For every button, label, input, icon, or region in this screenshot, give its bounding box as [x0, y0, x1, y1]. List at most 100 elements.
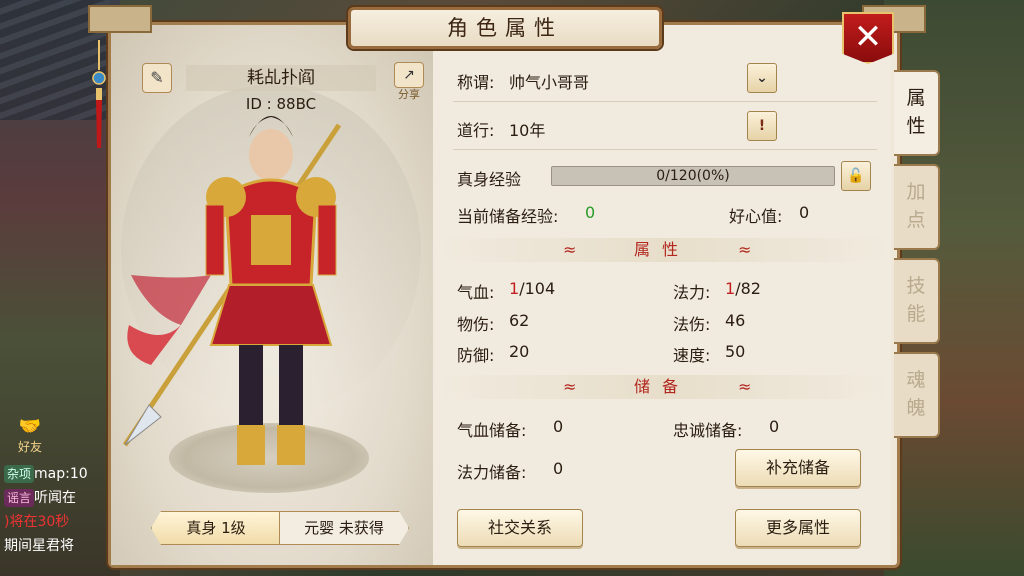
mp-value: 1/82: [725, 279, 761, 298]
edit-name-button[interactable]: ✎: [142, 63, 172, 93]
mp-reserve-label: 法力储备:: [457, 463, 527, 482]
hp-reserve-value: 0: [553, 417, 564, 436]
chat-tag: 谣言: [4, 489, 35, 507]
hp-label: 气血:: [457, 283, 495, 302]
title-dropdown-button[interactable]: ⌄: [747, 63, 777, 93]
tab-label: 加点: [894, 178, 938, 234]
defense-label: 防御:: [457, 346, 495, 365]
chat-text: 期间星君将: [4, 538, 74, 554]
chat-text: map:10: [34, 466, 88, 482]
attributes-info: 称谓: 帅气小哥哥 ⌄ 道行: 10年 ! 真身经验 0/120(0%) 🔓 当…: [433, 25, 891, 565]
mp-max: /82: [735, 279, 761, 298]
section-reserve: ≈ 储备 ≈: [433, 375, 891, 399]
form-tabs: 真身 1级 元婴 未获得: [151, 511, 409, 545]
chat-text: 听闻在: [34, 490, 77, 506]
exp-progress-bar: 0/120(0%): [551, 166, 835, 186]
refill-reserve-button[interactable]: 补充储备: [735, 449, 861, 487]
tab-label: 属性: [894, 84, 938, 140]
section-attributes-label: 属性: [633, 240, 690, 259]
character-attributes-panel: ✎ 耗乩扑阎 ID : 88BC ↗ 分享 真身 1级 元婴 未获得 称谓: 帅…: [108, 22, 900, 568]
tab-label-char: 属: [906, 87, 926, 109]
stored-exp-label: 当前储备经验:: [457, 207, 559, 226]
loyalty-reserve-label: 忠诚储备:: [673, 421, 743, 440]
tab-label-char: 技: [906, 275, 926, 297]
tab-soul[interactable]: 魂魄: [894, 352, 940, 438]
chat-line: 杂项 map:10: [4, 462, 114, 486]
tab-label-char: 能: [906, 303, 926, 325]
mp-reserve-value: 0: [553, 459, 564, 478]
section-attributes: ≈ 属性 ≈: [433, 238, 891, 262]
pencil-icon: ✎: [150, 68, 164, 87]
frame-ornament: [88, 5, 152, 33]
section-reserve-label: 储备: [633, 377, 690, 396]
hp-current: 1: [509, 279, 520, 298]
kindness-label: 好心值:: [729, 207, 783, 226]
chevron-down-icon: ⌄: [756, 70, 768, 86]
character-display: ✎ 耗乩扑阎 ID : 88BC ↗ 分享 真身 1级 元婴 未获得: [111, 25, 433, 565]
phys-damage-label: 物伤:: [457, 315, 495, 334]
hp-value: 1/104: [509, 279, 555, 298]
window-title-bar: 角色属性: [348, 7, 662, 49]
exp-progress-text: 0/120(0%): [656, 168, 730, 184]
close-button[interactable]: ✕: [842, 12, 894, 64]
tab-label-char: 加: [906, 181, 926, 203]
tab-label: 技能: [894, 272, 938, 328]
chat-tag: 杂项: [4, 465, 35, 483]
defense-value: 20: [509, 342, 530, 361]
character-name: 耗乩扑阎: [247, 68, 315, 88]
chat-text: )将在30秒: [4, 514, 70, 530]
unlock-icon: 🔓: [847, 168, 865, 184]
daoxing-label: 道行:: [457, 121, 495, 140]
daoxing-info-button[interactable]: !: [747, 111, 777, 141]
friends-label: 好友: [17, 440, 42, 454]
character-id: ID : 88BC: [245, 95, 317, 113]
mp-label: 法力:: [673, 283, 711, 302]
divider: [453, 101, 877, 102]
divider: [453, 149, 877, 150]
jade-pendant-icon: [92, 40, 106, 148]
window-title: 角色属性: [447, 16, 563, 40]
exp-label: 真身经验: [457, 170, 522, 189]
tab-label-char: 魂: [906, 369, 926, 391]
hp-reserve-label: 气血储备:: [457, 421, 527, 440]
cloud-ornament-icon: ≈: [563, 377, 589, 396]
chat-line: 谣言 听闻在: [4, 486, 114, 510]
title-label: 称谓:: [457, 73, 495, 92]
character-name-box: 耗乩扑阎: [186, 65, 376, 91]
share-label: 分享: [398, 88, 420, 101]
speed-label: 速度:: [673, 346, 711, 365]
tab-skills[interactable]: 技能: [894, 258, 940, 344]
cloud-ornament-icon: ≈: [563, 240, 589, 259]
cloud-ornament-icon: ≈: [738, 377, 764, 396]
kindness-value: 0: [799, 203, 810, 222]
phys-damage-value: 62: [509, 311, 530, 330]
speed-value: 50: [725, 342, 746, 361]
exclamation-icon: !: [758, 118, 766, 134]
chat-line: 期间星君将: [4, 534, 114, 558]
share-icon: ↗: [394, 62, 424, 88]
title-value: 帅气小哥哥: [509, 73, 590, 92]
cloud-ornament-icon: ≈: [738, 240, 764, 259]
close-icon: ✕: [853, 17, 883, 57]
tab-true-body[interactable]: 真身 1级: [151, 511, 281, 545]
more-attributes-button[interactable]: 更多属性: [735, 509, 861, 547]
tab-label-char: 魄: [906, 397, 926, 419]
friends-button[interactable]: 🤝 好友: [6, 416, 54, 456]
handshake-icon: 🤝: [18, 416, 42, 437]
tab-yuanying[interactable]: 元婴 未获得: [279, 511, 409, 545]
chat-line: )将在30秒: [4, 510, 114, 534]
exp-lock-button[interactable]: 🔓: [841, 161, 871, 191]
tab-add-points[interactable]: 加点: [894, 164, 940, 250]
hp-max: /104: [519, 279, 556, 298]
daoxing-value: 10年: [509, 121, 546, 140]
social-relations-button[interactable]: 社交关系: [457, 509, 583, 547]
tab-label-char: 性: [906, 115, 926, 137]
magic-damage-label: 法伤:: [673, 315, 711, 334]
tab-attributes[interactable]: 属性: [894, 70, 940, 156]
loyalty-reserve-value: 0: [769, 417, 780, 436]
tab-label-char: 点: [906, 209, 926, 231]
tab-label: 魂魄: [894, 366, 938, 422]
mp-current: 1: [725, 279, 736, 298]
share-button[interactable]: ↗ 分享: [394, 62, 424, 102]
chat-log[interactable]: 杂项 map:10 谣言 听闻在 )将在30秒 期间星君将: [4, 462, 114, 558]
